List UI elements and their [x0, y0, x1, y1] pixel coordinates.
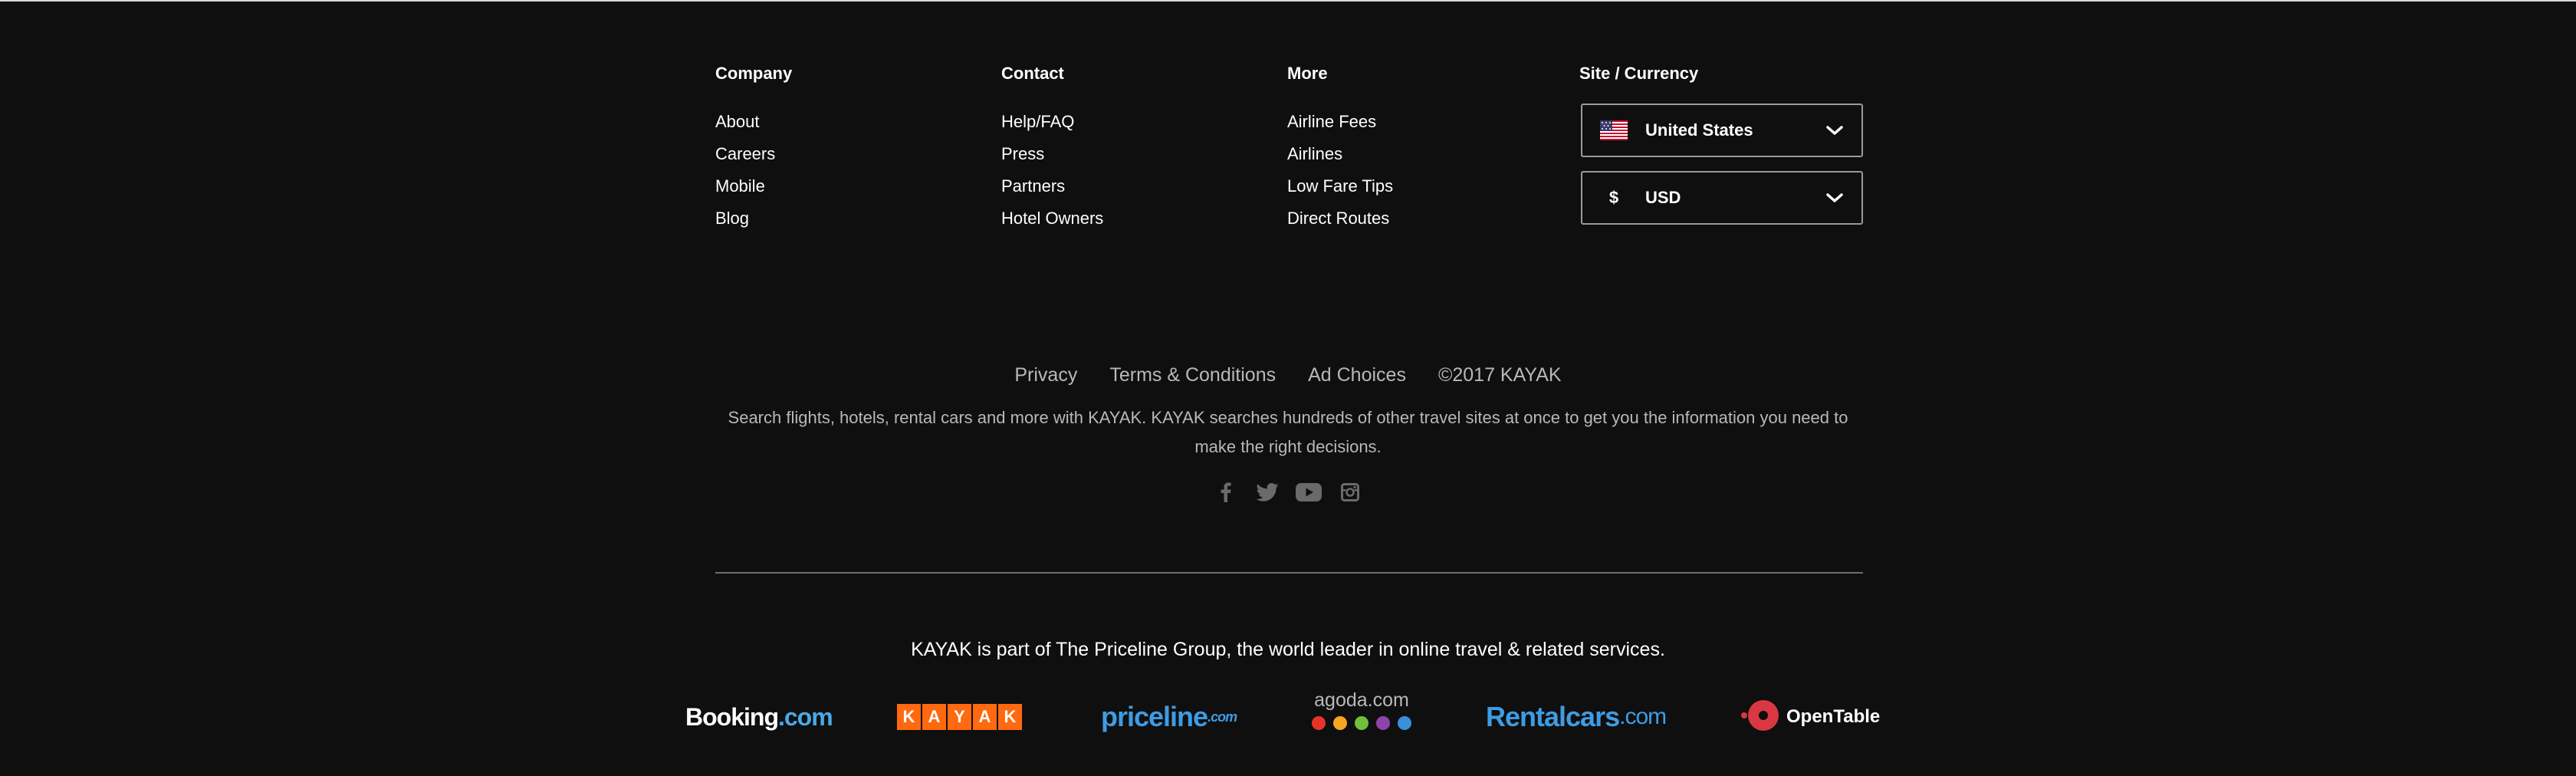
link-list: About Careers Mobile Blog: [715, 106, 792, 235]
ad-choices-link[interactable]: Ad Choices: [1308, 363, 1406, 386]
column-title: Company: [715, 64, 793, 83]
currency-select-value: USD: [1645, 188, 1681, 207]
currency-symbol: $: [1608, 188, 1619, 207]
priceline-logo[interactable]: priceline .com: [1101, 693, 1237, 741]
link-list: Help/FAQ Press Partners Hotel Owners: [1001, 106, 1103, 235]
footer-column-contact: Contact Help/FAQ Press Partners Hotel Ow…: [1001, 63, 1103, 235]
legal-links: Privacy Terms & Conditions Ad Choices ©2…: [0, 363, 2576, 386]
terms-link[interactable]: Terms & Conditions: [1109, 363, 1276, 386]
booking-com-logo[interactable]: Booking .com: [685, 693, 833, 741]
agoda-logo[interactable]: agoda.com: [1308, 689, 1415, 736]
link-list: Airline Fees Airlines Low Fare Tips Dire…: [1287, 106, 1393, 235]
kayak-logo[interactable]: K A Y A K: [897, 693, 1024, 741]
rentalcars-logo[interactable]: Rentalcars .com: [1486, 693, 1667, 741]
site-footer: Company About Careers Mobile Blog Contac…: [0, 0, 2576, 776]
footer-link-press[interactable]: Press: [1001, 138, 1103, 170]
site-select-value: United States: [1645, 120, 1753, 140]
facebook-icon[interactable]: [1205, 478, 1247, 506]
column-title: Contact: [1001, 64, 1064, 83]
chevron-down-icon: [1808, 124, 1861, 136]
footer-link-airlines[interactable]: Airlines: [1287, 138, 1393, 170]
footer-link-mobile[interactable]: Mobile: [715, 170, 792, 202]
footer-column-site-currency: Site / Currency: [1579, 63, 1698, 84]
footer-link-about[interactable]: About: [715, 106, 792, 138]
social-links: [0, 478, 2576, 506]
footer-divider: [715, 572, 1863, 574]
priceline-group-note: KAYAK is part of The Priceline Group, th…: [911, 639, 1665, 660]
chevron-down-icon: [1808, 192, 1861, 204]
opentable-logo[interactable]: OpenTable: [1740, 693, 1880, 741]
agoda-dots: [1308, 716, 1415, 730]
column-title: Site / Currency: [1579, 64, 1699, 83]
footer-link-low-fare-tips[interactable]: Low Fare Tips: [1287, 170, 1393, 202]
footer-column-more: More Airline Fees Airlines Low Fare Tips…: [1287, 63, 1393, 235]
site-description: Search flights, hotels, rental cars and …: [728, 408, 1848, 456]
copyright: ©2017 KAYAK: [1438, 364, 1562, 386]
instagram-icon[interactable]: [1329, 478, 1371, 506]
youtube-icon[interactable]: [1288, 478, 1329, 506]
footer-link-direct-routes[interactable]: Direct Routes: [1287, 202, 1393, 235]
site-select[interactable]: United States: [1581, 104, 1863, 157]
footer-link-careers[interactable]: Careers: [715, 138, 792, 170]
footer-link-help-faq[interactable]: Help/FAQ: [1001, 106, 1103, 138]
column-title: More: [1287, 64, 1328, 83]
privacy-link[interactable]: Privacy: [1014, 363, 1077, 386]
currency-select[interactable]: $ USD: [1581, 171, 1863, 225]
footer-column-company: Company About Careers Mobile Blog: [715, 63, 792, 235]
us-flag-icon: [1582, 120, 1645, 140]
footer-link-hotel-owners[interactable]: Hotel Owners: [1001, 202, 1103, 235]
opentable-dot-icon: [1740, 699, 1779, 736]
footer-link-partners[interactable]: Partners: [1001, 170, 1103, 202]
twitter-icon[interactable]: [1247, 478, 1288, 506]
footer-link-blog[interactable]: Blog: [715, 202, 792, 235]
footer-link-airline-fees[interactable]: Airline Fees: [1287, 106, 1393, 138]
